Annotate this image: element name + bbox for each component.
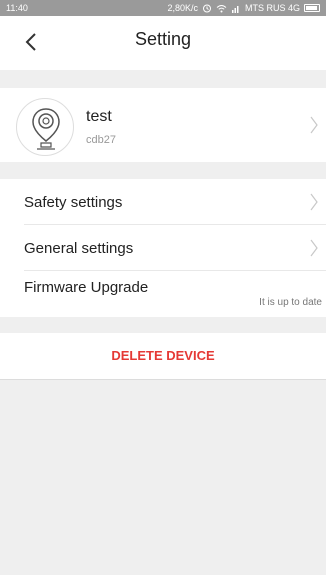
section-gap bbox=[0, 70, 326, 88]
network-speed: 2,80K/c bbox=[167, 3, 198, 13]
app-header: Setting bbox=[0, 16, 326, 70]
status-right: 2,80K/c MTS RUS 4G bbox=[167, 0, 320, 16]
delete-device-button[interactable]: DELETE DEVICE bbox=[0, 333, 326, 379]
device-id: cdb27 bbox=[86, 134, 116, 146]
device-avatar bbox=[16, 98, 74, 156]
camera-icon bbox=[32, 108, 60, 150]
status-time: 11:40 bbox=[6, 3, 28, 13]
firmware-upgrade-label: Firmware Upgrade bbox=[24, 279, 149, 296]
device-card[interactable]: test cdb27 bbox=[0, 88, 326, 162]
signal-icon bbox=[231, 5, 239, 13]
carrier-name: MTS RUS 4G bbox=[244, 3, 300, 13]
divider bbox=[0, 379, 326, 380]
safety-settings-label: Safety settings bbox=[24, 194, 123, 211]
delete-device-label: DELETE DEVICE bbox=[111, 348, 215, 363]
status-bar: 11:40 2,80K/c MTS RUS 4G bbox=[0, 0, 326, 16]
firmware-upgrade-row[interactable]: Firmware Upgrade It is up to date bbox=[0, 271, 326, 317]
safety-settings-row[interactable]: Safety settings bbox=[0, 179, 326, 225]
wifi-icon bbox=[216, 4, 227, 12]
alarm-icon bbox=[202, 4, 211, 13]
settings-screen: 11:40 2,80K/c MTS RUS 4G Setting test cd… bbox=[0, 0, 326, 575]
settings-list: Safety settings General settings Firmwar… bbox=[0, 179, 326, 317]
chevron-right-icon bbox=[310, 193, 318, 211]
section-gap bbox=[0, 162, 326, 179]
firmware-status: It is up to date bbox=[259, 297, 322, 308]
general-settings-row[interactable]: General settings bbox=[0, 225, 326, 271]
page-title: Setting bbox=[134, 29, 192, 49]
device-name: test bbox=[86, 108, 112, 125]
general-settings-label: General settings bbox=[24, 240, 134, 257]
chevron-right-icon bbox=[310, 239, 318, 257]
section-gap bbox=[0, 317, 326, 333]
battery-icon bbox=[304, 4, 320, 12]
chevron-right-icon bbox=[310, 116, 318, 134]
